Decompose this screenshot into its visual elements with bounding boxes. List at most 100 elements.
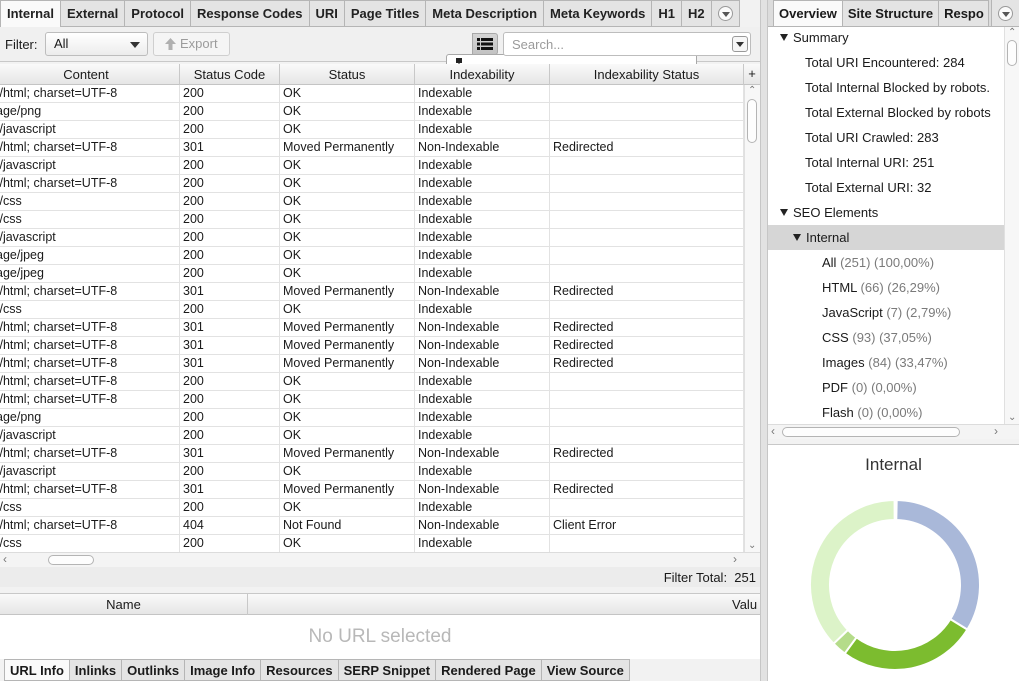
table-row[interactable]: t/css200OKIndexable bbox=[0, 301, 744, 319]
table-row[interactable]: age/png 200 OK Indexable bbox=[0, 103, 744, 121]
tab-resources[interactable]: Resources bbox=[261, 659, 339, 681]
scroll-right-icon[interactable]: › bbox=[994, 425, 998, 437]
tree-vertical-scrollbar[interactable]: ⌃ ⌄ bbox=[1004, 27, 1019, 424]
table-row[interactable]: t/html; charset=UTF-8 200 OK Indexable bbox=[0, 373, 744, 391]
tab-url-info[interactable]: URL Info bbox=[4, 659, 70, 681]
url-details-panel: Name Valu No URL selected bbox=[0, 593, 760, 659]
tab-page-titles[interactable]: Page Titles bbox=[344, 0, 427, 26]
search-input[interactable]: Search... bbox=[503, 32, 751, 56]
tab-protocol[interactable]: Protocol bbox=[125, 0, 192, 26]
filter-select[interactable]: All bbox=[45, 32, 148, 56]
tab-outlinks[interactable]: Outlinks bbox=[122, 659, 186, 681]
summary-item[interactable]: Total URI Encountered: 284 bbox=[768, 50, 1004, 75]
tab-meta-description[interactable]: Meta Description bbox=[426, 0, 545, 26]
pane-splitter[interactable] bbox=[760, 0, 768, 681]
internal-item-javascript[interactable]: JavaScript (7) (2,79%) bbox=[768, 300, 1004, 325]
tab-uri[interactable]: URI bbox=[309, 0, 345, 26]
table-vertical-scrollbar[interactable]: ⌃ ⌄ bbox=[744, 85, 760, 552]
more-tabs-button[interactable] bbox=[711, 0, 740, 26]
table-horizontal-scrollbar[interactable]: ‹ › bbox=[0, 552, 760, 567]
summary-item[interactable]: Total Internal URI: 251 bbox=[768, 150, 1004, 175]
table-row[interactable]: t/html; charset=UTF-8 301 Moved Permanentl… bbox=[0, 445, 744, 463]
internal-item-all[interactable]: All (251) (100,00%) bbox=[768, 250, 1004, 275]
tab-overview[interactable]: Overview bbox=[773, 0, 843, 26]
tree-node-internal[interactable]: Internal bbox=[768, 225, 1004, 250]
table-row[interactable]: t/javascript 200 OK Indexable bbox=[0, 463, 744, 481]
scroll-left-icon[interactable]: ‹ bbox=[771, 425, 775, 437]
tab-image-info[interactable]: Image Info bbox=[185, 659, 262, 681]
internal-item-images[interactable]: Images (84) (33,47%) bbox=[768, 350, 1004, 375]
tab-h1[interactable]: H1 bbox=[652, 0, 683, 26]
table-row[interactable]: t/javascript 200 OK Indexable bbox=[0, 157, 744, 175]
internal-item-pdf[interactable]: PDF (0) (0,00%) bbox=[768, 375, 1004, 400]
table-row[interactable]: t/html; charset=UTF-8 301 Moved Permanentl… bbox=[0, 337, 744, 355]
scroll-left-icon[interactable]: ‹ bbox=[3, 553, 7, 565]
scroll-right-icon[interactable]: › bbox=[733, 553, 737, 565]
table-row[interactable]: age/jpeg 200 OK Indexable bbox=[0, 265, 744, 283]
tab-response-times[interactable]: Respo bbox=[939, 0, 990, 26]
table-row[interactable]: t/html; charset=UTF-8 200 OK Indexable bbox=[0, 391, 744, 409]
tab-meta-keywords[interactable]: Meta Keywords bbox=[544, 0, 653, 26]
table-row[interactable]: age/png 200 OK Indexable bbox=[0, 409, 744, 427]
table-row[interactable]: t/html; charset=UTF-8 301 Moved Permanentl… bbox=[0, 283, 744, 301]
add-column-button[interactable]: + bbox=[744, 64, 760, 85]
column-header-status[interactable]: Status bbox=[280, 64, 415, 85]
table-row[interactable]: t/css200OKIndexable bbox=[0, 211, 744, 229]
scrollbar-thumb[interactable] bbox=[48, 555, 94, 565]
table-row[interactable]: t/javascript 200 OK Indexable bbox=[0, 229, 744, 247]
summary-item[interactable]: Total Internal Blocked by robots. bbox=[768, 75, 1004, 100]
tree-node-seo-elements[interactable]: SEO Elements bbox=[768, 200, 1004, 225]
table-row[interactable]: t/html; charset=UTF-8 301 Moved Permanentl… bbox=[0, 355, 744, 373]
internal-item-flash[interactable]: Flash (0) (0,00%) bbox=[768, 400, 1004, 424]
table-row[interactable]: t/html; charset=UTF-8 301 Moved Permanentl… bbox=[0, 319, 744, 337]
tree-horizontal-scrollbar[interactable]: ‹ › bbox=[768, 424, 1019, 439]
scroll-up-icon[interactable]: ⌃ bbox=[1008, 28, 1016, 38]
tab-response-codes[interactable]: Response Codes bbox=[191, 0, 310, 26]
tab-view-source[interactable]: View Source bbox=[541, 659, 630, 681]
summary-item[interactable]: Total External URI: 32 bbox=[768, 175, 1004, 200]
column-header-content[interactable]: Content bbox=[0, 64, 180, 85]
scrollbar-thumb[interactable] bbox=[782, 427, 960, 437]
summary-item[interactable]: Total External Blocked by robots bbox=[768, 100, 1004, 125]
table-row[interactable]: t/html; charset=UTF-8 301 Moved Permanentl… bbox=[0, 139, 744, 157]
search-dropdown-button[interactable] bbox=[732, 36, 748, 52]
tab-rendered-page[interactable]: Rendered Page bbox=[436, 659, 542, 681]
tree-node-summary[interactable]: Summary bbox=[768, 27, 1004, 50]
scroll-up-icon[interactable]: ⌃ bbox=[748, 86, 756, 96]
table-row[interactable]: t/javascript 200 OK Indexable bbox=[0, 121, 744, 139]
list-view-button[interactable] bbox=[472, 33, 498, 55]
export-button[interactable]: Export bbox=[153, 32, 230, 56]
cell-indexability: Indexable bbox=[415, 409, 550, 427]
donut-segment[interactable] bbox=[895, 498, 981, 631]
column-header-status-code[interactable]: Status Code bbox=[180, 64, 280, 85]
tab-h2[interactable]: H2 bbox=[682, 0, 712, 26]
tab-external[interactable]: External bbox=[60, 0, 126, 26]
table-row[interactable]: t/html; charset=UTF-8 301 Moved Permanentl… bbox=[0, 481, 744, 499]
tab-internal[interactable]: Internal bbox=[0, 0, 61, 27]
donut-segment[interactable] bbox=[809, 498, 896, 646]
tab-serp-snippet[interactable]: SERP Snippet bbox=[338, 659, 437, 681]
table-row[interactable]: t/html; charset=UTF-8 200 OK Indexable bbox=[0, 85, 744, 103]
column-header-name[interactable]: Name bbox=[0, 594, 248, 615]
donut-segment[interactable] bbox=[843, 617, 969, 671]
list-icon bbox=[477, 38, 493, 50]
summary-item[interactable]: Total URI Crawled: 283 bbox=[768, 125, 1004, 150]
scrollbar-thumb[interactable] bbox=[747, 99, 757, 143]
internal-item-css[interactable]: CSS (93) (37,05%) bbox=[768, 325, 1004, 350]
tab-site-structure[interactable]: Site Structure bbox=[842, 0, 940, 26]
tab-inlinks[interactable]: Inlinks bbox=[69, 659, 123, 681]
scroll-down-icon[interactable]: ⌄ bbox=[1008, 413, 1016, 423]
table-row[interactable]: t/css200OKIndexable bbox=[0, 499, 744, 517]
table-row[interactable]: t/css200OKIndexable bbox=[0, 193, 744, 211]
table-row[interactable]: t/css200OKIndexable bbox=[0, 535, 744, 552]
column-header-indexability[interactable]: Indexability bbox=[415, 64, 550, 85]
column-header-indexability-status[interactable]: Indexability Status bbox=[550, 64, 744, 85]
table-row[interactable]: age/jpeg 200 OK Indexable bbox=[0, 247, 744, 265]
scrollbar-thumb[interactable] bbox=[1007, 40, 1017, 66]
more-side-tabs-button[interactable] bbox=[991, 0, 1019, 26]
scroll-down-icon[interactable]: ⌄ bbox=[748, 541, 756, 551]
table-row[interactable]: t/html; charset=UTF-8 404 Not Found Non-Ind… bbox=[0, 517, 744, 535]
table-row[interactable]: t/javascript 200 OK Indexable bbox=[0, 427, 744, 445]
internal-item-html[interactable]: HTML (66) (26,29%) bbox=[768, 275, 1004, 300]
table-row[interactable]: t/html; charset=UTF-8 200 OK Indexable bbox=[0, 175, 744, 193]
